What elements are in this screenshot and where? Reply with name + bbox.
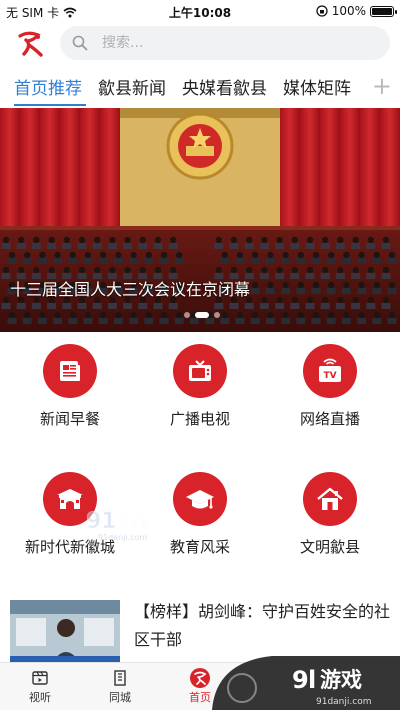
- nav-label: 同城: [109, 691, 131, 704]
- banner-caption: 十三届全国人大三次会议在京闭幕: [10, 280, 251, 299]
- carousel-dot[interactable]: [214, 312, 220, 318]
- live-tv-icon-circle: TV: [303, 344, 357, 398]
- tv-icon-circle: [173, 344, 227, 398]
- grid-label: 新时代新徽城: [24, 538, 115, 556]
- active-tab-indicator: [14, 104, 86, 106]
- status-bar: 无 SIM 卡 上午10:08 100%: [0, 0, 400, 22]
- news-list-item[interactable]: 【榜样】胡剑峰：守护百姓安全的社区干部: [10, 598, 390, 666]
- search-input[interactable]: [102, 35, 342, 51]
- tv-icon: [189, 360, 211, 381]
- grid-item-news-breakfast[interactable]: 新闻早餐: [10, 344, 130, 429]
- live-tv-icon: TV: [319, 358, 341, 382]
- grid-item-education[interactable]: 教育风采: [140, 472, 260, 557]
- app-header: [0, 22, 400, 66]
- tab-county-news[interactable]: 歙县新闻: [98, 74, 166, 99]
- tab-central-media[interactable]: 央媒看歙县: [182, 74, 267, 99]
- city-gate-icon-circle: [43, 472, 97, 526]
- news-title: 【榜样】胡剑峰：守护百姓安全的社区干部: [134, 602, 391, 649]
- news-thumbnail-image: [10, 600, 120, 666]
- building-icon: [114, 670, 126, 686]
- graduation-cap-icon-circle: [173, 472, 227, 526]
- tab-home-recommend[interactable]: 首页推荐: [14, 74, 82, 99]
- status-right: 100%: [316, 4, 397, 18]
- house-icon: [317, 487, 343, 510]
- tab-row: 首页推荐 歙县新闻 央媒看歙县 媒体矩阵: [14, 74, 351, 99]
- svg-text:TV: TV: [323, 371, 336, 381]
- newspaper-icon: [60, 361, 80, 381]
- nav-label: 视听: [29, 691, 51, 704]
- nav-label: 首页: [189, 691, 211, 704]
- house-icon-circle: [303, 472, 357, 526]
- battery-level-fill: [372, 7, 392, 15]
- carousel-dot[interactable]: [184, 312, 190, 318]
- grid-item-civilized-shexian[interactable]: 文明歙县: [270, 472, 390, 557]
- orientation-lock-icon: [316, 5, 328, 17]
- graduation-cap-icon: [186, 490, 214, 509]
- red-calligraphy-logo-icon[interactable]: [14, 28, 46, 60]
- battery-icon: [370, 5, 397, 17]
- news-thumbnail: [10, 600, 120, 666]
- home-logo-icon: [190, 668, 210, 688]
- nav-item-home[interactable]: 首页: [170, 667, 230, 705]
- grid-label: 广播电视: [169, 410, 230, 428]
- grid-item-live-stream[interactable]: TV 网络直播: [270, 344, 390, 429]
- banner-carousel[interactable]: 十三届全国人大三次会议在京闭幕: [0, 108, 400, 332]
- grid-item-broadcast-tv[interactable]: 广播电视: [140, 344, 260, 429]
- search-icon: [72, 35, 88, 51]
- grid-item-new-era-huicheng[interactable]: 新时代新徽城: [10, 472, 130, 557]
- carousel-dot[interactable]: [195, 312, 209, 318]
- grid-label: 文明歙县: [299, 538, 360, 556]
- video-icon: [32, 671, 48, 685]
- category-tabs: 首页推荐 歙县新闻 央媒看歙县 媒体矩阵 +: [0, 66, 400, 108]
- city-gate-icon: [57, 489, 83, 509]
- add-tab-button[interactable]: +: [372, 72, 392, 100]
- nav-item-local[interactable]: 同城: [90, 667, 150, 705]
- carousel-dots: [184, 312, 220, 318]
- nav-item-audiovisual[interactable]: 视听: [10, 667, 70, 705]
- tab-media-matrix[interactable]: 媒体矩阵: [283, 74, 351, 99]
- newspaper-icon-circle: [43, 344, 97, 398]
- grid-label: 教育风采: [169, 538, 230, 556]
- bottom-nav: 视听 同城 首页: [0, 662, 400, 710]
- search-bar[interactable]: [60, 26, 390, 60]
- battery-percent: 100%: [331, 4, 366, 18]
- grid-label: 新闻早餐: [39, 410, 100, 428]
- grid-label: 网络直播: [299, 410, 360, 428]
